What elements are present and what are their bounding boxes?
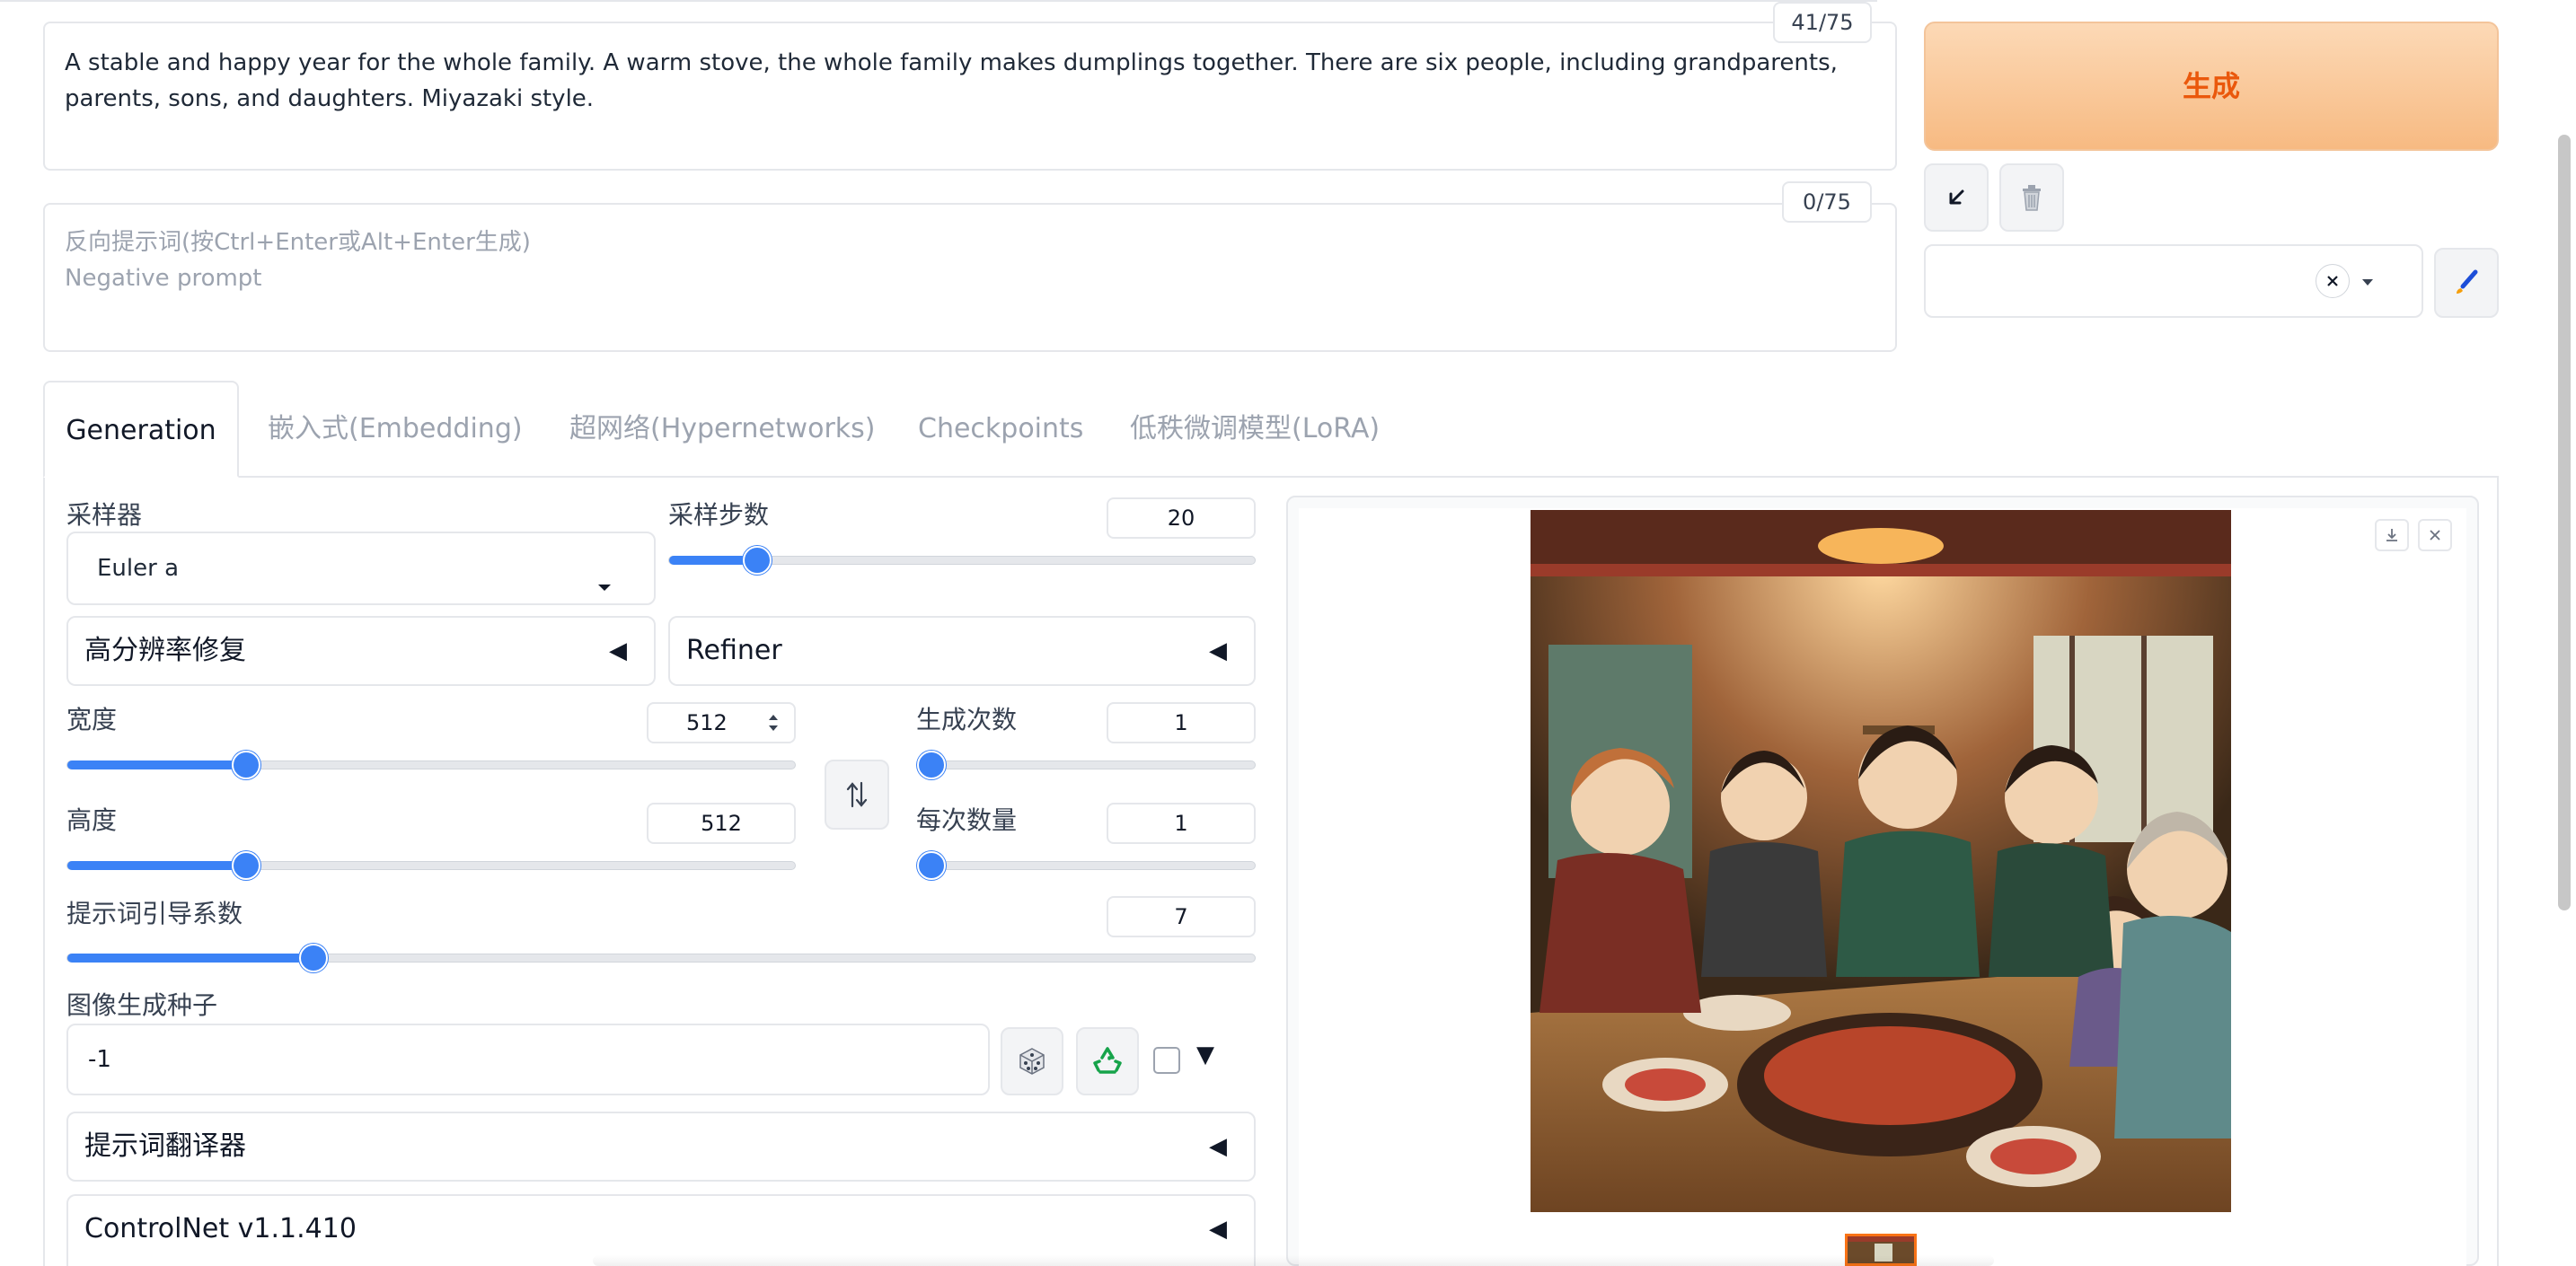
chevron-down-icon (2360, 269, 2375, 298)
negative-prompt-textarea[interactable]: 反向提示词(按Ctrl+Enter或Alt+Enter生成) Negative … (43, 203, 1897, 352)
collapse-arrow-icon: ◀ (1209, 1133, 1227, 1160)
tab-embedding[interactable]: 嵌入式(Embedding) (268, 381, 523, 478)
generated-image[interactable] (1531, 510, 2231, 1212)
download-button[interactable] (2375, 519, 2409, 551)
triangle-down-icon[interactable]: ▼ (1196, 1042, 1214, 1068)
cfg-scale-label: 提示词引导系数 (66, 899, 243, 928)
clear-styles-button[interactable] (2316, 264, 2350, 298)
cfg-scale-slider-thumb[interactable] (299, 944, 328, 972)
tab-lora[interactable]: 低秩微调模型(LoRA) (1130, 381, 1380, 478)
negative-prompt-placeholder-1: 反向提示词(按Ctrl+Enter或Alt+Enter生成) (65, 229, 531, 256)
read-params-button[interactable] (1924, 163, 1989, 232)
batch-count-input[interactable]: 1 (1107, 702, 1256, 743)
seed-label: 图像生成种子 (66, 990, 218, 1020)
height-label: 高度 (66, 805, 118, 835)
generate-button[interactable]: 生成 (1924, 22, 2499, 151)
prompt-textarea[interactable]: A stable and happy year for the whole fa… (43, 22, 1897, 171)
styles-dropdown[interactable] (1924, 244, 2423, 318)
dice-icon (1019, 1048, 1045, 1075)
refiner-label: Refiner (686, 635, 782, 666)
steps-slider-thumb[interactable] (743, 546, 772, 575)
controlnet-label: ControlNet v1.1.410 (84, 1213, 357, 1244)
height-input[interactable]: 512 (647, 803, 796, 844)
batch-size-input[interactable]: 1 (1107, 803, 1256, 844)
extra-seed-checkbox[interactable] (1153, 1047, 1180, 1074)
batch-size-slider-thumb[interactable] (917, 851, 946, 880)
seed-input[interactable]: -1 (66, 1024, 990, 1095)
width-value: 512 (686, 710, 728, 735)
swap-arrows-icon (846, 781, 868, 808)
prompt-translator-label: 提示词翻译器 (84, 1130, 246, 1162)
refiner-accordion[interactable]: Refiner ◀ (668, 616, 1256, 686)
edit-styles-button[interactable] (2434, 248, 2499, 318)
batch-size-label: 每次数量 (916, 805, 1018, 835)
random-seed-button[interactable] (1001, 1027, 1063, 1095)
paint-brush-icon (2457, 269, 2478, 294)
swap-dimensions-button[interactable] (825, 760, 889, 830)
width-label: 宽度 (66, 705, 118, 734)
collapse-arrow-icon: ◀ (1209, 1216, 1227, 1243)
tab-generation[interactable]: Generation (43, 381, 239, 478)
tab-checkpoints[interactable]: Checkpoints (918, 381, 1083, 478)
width-slider[interactable] (66, 751, 796, 779)
close-icon (2327, 276, 2338, 286)
steps-slider[interactable] (668, 546, 1256, 575)
recycle-icon (1093, 1047, 1122, 1074)
prompt-translator-accordion[interactable]: 提示词翻译器 ◀ (66, 1112, 1256, 1182)
batch-count-slider[interactable] (916, 751, 1256, 779)
page-scrollbar[interactable] (2558, 135, 2571, 910)
top-divider (171, 0, 1877, 2)
close-preview-button[interactable] (2418, 519, 2452, 551)
tab-hypernetworks[interactable]: 超网络(Hypernetworks) (569, 381, 876, 478)
sampler-label: 采样器 (66, 500, 143, 530)
negative-prompt-placeholder-2: Negative prompt (65, 265, 262, 292)
batch-size-slider[interactable] (916, 851, 1256, 880)
height-slider-thumb[interactable] (232, 851, 260, 880)
reuse-seed-button[interactable] (1076, 1027, 1139, 1095)
top-tab-border (0, 0, 171, 4)
steps-input[interactable]: 20 (1107, 497, 1256, 539)
sampler-dropdown[interactable]: Euler a (66, 532, 656, 605)
trash-icon (2023, 185, 2041, 211)
collapse-arrow-icon: ◀ (1209, 637, 1227, 664)
width-slider-thumb[interactable] (232, 751, 260, 779)
stepper-icon[interactable] (767, 709, 780, 748)
sampler-value: Euler a (97, 555, 180, 582)
close-icon (2430, 530, 2440, 541)
download-icon (2386, 529, 2397, 541)
clear-prompt-button[interactable] (1999, 163, 2064, 232)
seed-value: -1 (88, 1046, 111, 1073)
prompt-token-counter: 41/75 (1773, 2, 1872, 43)
cfg-scale-input[interactable]: 7 (1107, 896, 1256, 937)
hires-fix-accordion[interactable]: 高分辨率修复 ◀ (66, 616, 656, 686)
arrow-down-left-icon (1949, 189, 1964, 205)
collapse-arrow-icon: ◀ (609, 637, 627, 664)
generated-image-illustration (1531, 510, 2231, 1212)
batch-count-label: 生成次数 (916, 705, 1018, 734)
width-input[interactable]: 512 (647, 702, 796, 743)
cfg-scale-slider[interactable] (66, 944, 1256, 972)
steps-label: 采样步数 (668, 500, 770, 530)
batch-count-slider-thumb[interactable] (917, 751, 946, 779)
negative-token-counter: 0/75 (1782, 181, 1872, 223)
prompt-text: A stable and happy year for the whole fa… (65, 49, 1838, 112)
hires-fix-label: 高分辨率修复 (84, 635, 246, 666)
bottom-overlay-shadow (593, 1255, 1994, 1266)
height-slider[interactable] (66, 851, 796, 880)
